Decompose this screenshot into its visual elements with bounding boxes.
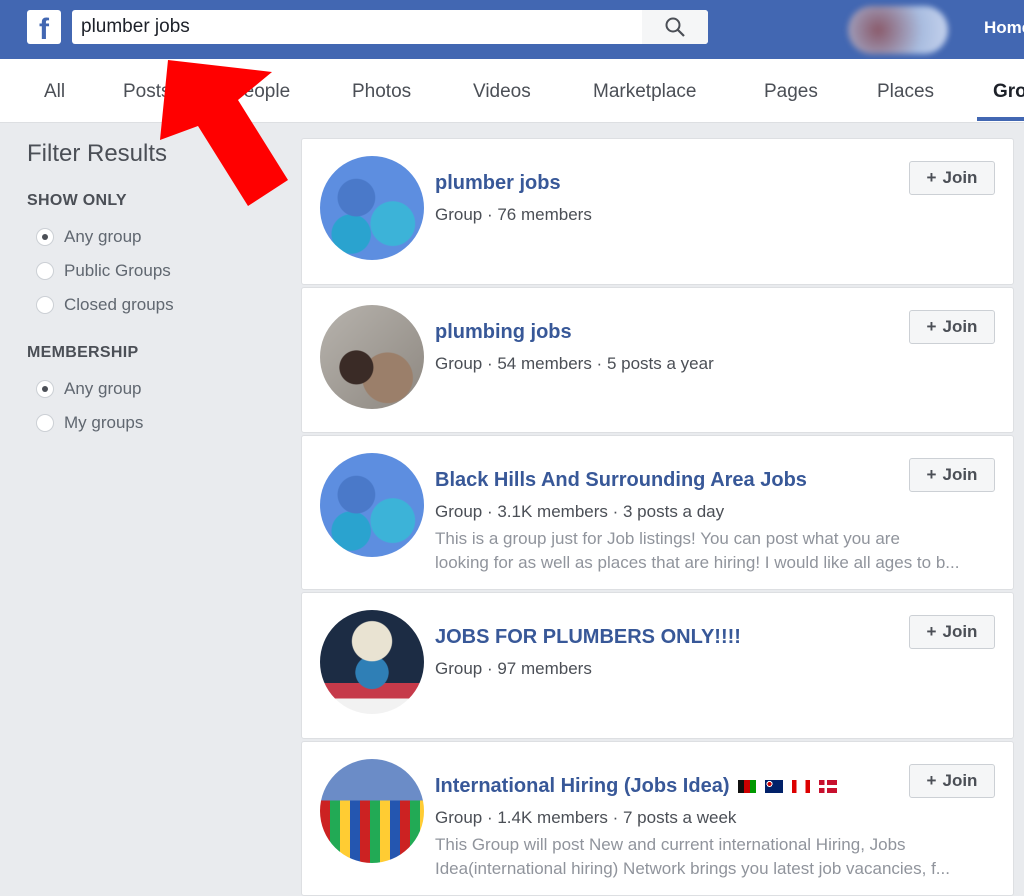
join-button[interactable]: + Join (909, 161, 995, 195)
tab-places[interactable]: Places (877, 81, 934, 103)
tab-pages[interactable]: Pages (764, 81, 818, 103)
radio-my-groups[interactable]: My groups (36, 406, 174, 440)
group-name-link[interactable]: plumbing jobs (435, 321, 572, 344)
home-link[interactable]: Home (984, 18, 1024, 38)
radio-label: Any group (64, 227, 142, 246)
group-name-link[interactable]: Black Hills And Surrounding Area Jobs (435, 469, 807, 492)
radio-public-groups[interactable]: Public Groups (36, 254, 174, 288)
australia-flag-icon (765, 780, 784, 794)
group-result: JOBS FOR PLUMBERS ONLY!!!! Group · 97 me… (301, 592, 1014, 739)
membership-heading: MEMBERSHIP (27, 344, 139, 361)
group-meta: Group · 1.4K members · 7 posts a week (435, 808, 737, 827)
search-box (72, 10, 708, 44)
radio-icon[interactable] (36, 262, 54, 280)
tab-photos[interactable]: Photos (352, 81, 411, 103)
group-thumbnail[interactable] (320, 610, 424, 714)
group-meta: Group · 54 members · 5 posts a year (435, 354, 714, 373)
group-meta: Group · 97 members (435, 659, 592, 678)
group-result: plumbing jobs Group · 54 members · 5 pos… (301, 287, 1014, 433)
facebook-logo[interactable]: f (27, 10, 61, 44)
profile-avatar[interactable] (848, 6, 948, 54)
group-description: This is a group just for Job listings! Y… (435, 529, 960, 572)
radio-membership-any[interactable]: Any group (36, 372, 174, 406)
plus-icon: + (926, 771, 937, 790)
group-thumbnail[interactable] (320, 156, 424, 260)
radio-icon[interactable] (36, 414, 54, 432)
radio-selected-icon[interactable] (36, 380, 54, 398)
denmark-flag-icon (819, 780, 838, 794)
active-tab-indicator (977, 117, 1024, 121)
afghanistan-flag-icon (738, 780, 757, 794)
group-name-link[interactable]: International Hiring (Jobs Idea) (435, 775, 838, 798)
radio-label: Closed groups (64, 295, 174, 314)
search-button[interactable] (642, 10, 708, 44)
tab-groups[interactable]: Groups (993, 81, 1024, 103)
filter-title: Filter Results (27, 140, 168, 167)
tab-videos[interactable]: Videos (473, 81, 531, 103)
group-name-link[interactable]: JOBS FOR PLUMBERS ONLY!!!! (435, 626, 741, 649)
search-input[interactable] (72, 10, 632, 44)
radio-label: Public Groups (64, 261, 171, 280)
radio-selected-icon[interactable] (36, 228, 54, 246)
group-meta: Group · 3.1K members · 3 posts a day (435, 502, 725, 521)
plus-icon: + (926, 317, 937, 336)
tab-people[interactable]: People (231, 81, 290, 103)
group-thumbnail[interactable] (320, 453, 424, 557)
radio-label: Any group (64, 379, 142, 398)
group-result: International Hiring (Jobs Idea) Group ·… (301, 741, 1014, 896)
radio-closed-groups[interactable]: Closed groups (36, 288, 174, 322)
plus-icon: + (926, 168, 937, 187)
tab-posts[interactable]: Posts (123, 81, 171, 103)
group-thumbnail[interactable] (320, 305, 424, 409)
join-button[interactable]: + Join (909, 458, 995, 492)
plus-icon: + (926, 622, 937, 641)
top-bar: f Home (0, 0, 1024, 59)
group-result: plumber jobs Group · 76 members + Join (301, 138, 1014, 285)
group-result: Black Hills And Surrounding Area Jobs Gr… (301, 435, 1014, 590)
canada-flag-icon (792, 780, 811, 794)
group-name-link[interactable]: plumber jobs (435, 172, 561, 195)
group-thumbnail[interactable] (320, 759, 424, 863)
plus-icon: + (926, 465, 937, 484)
search-icon (665, 17, 685, 37)
group-meta: Group · 76 members (435, 205, 592, 224)
tab-all[interactable]: All (44, 81, 65, 103)
join-button[interactable]: + Join (909, 615, 995, 649)
join-button[interactable]: + Join (909, 764, 995, 798)
join-button[interactable]: + Join (909, 310, 995, 344)
filter-panel: Filter Results SHOW ONLY Any group Publi… (27, 140, 174, 440)
group-description: This Group will post New and current int… (435, 835, 950, 878)
tab-marketplace[interactable]: Marketplace (593, 81, 697, 103)
show-only-heading: SHOW ONLY (27, 192, 127, 209)
search-tabs: All Posts People Photos Videos Marketpla… (0, 59, 1024, 123)
radio-icon[interactable] (36, 296, 54, 314)
radio-label: My groups (64, 413, 144, 432)
radio-any-group[interactable]: Any group (36, 220, 174, 254)
